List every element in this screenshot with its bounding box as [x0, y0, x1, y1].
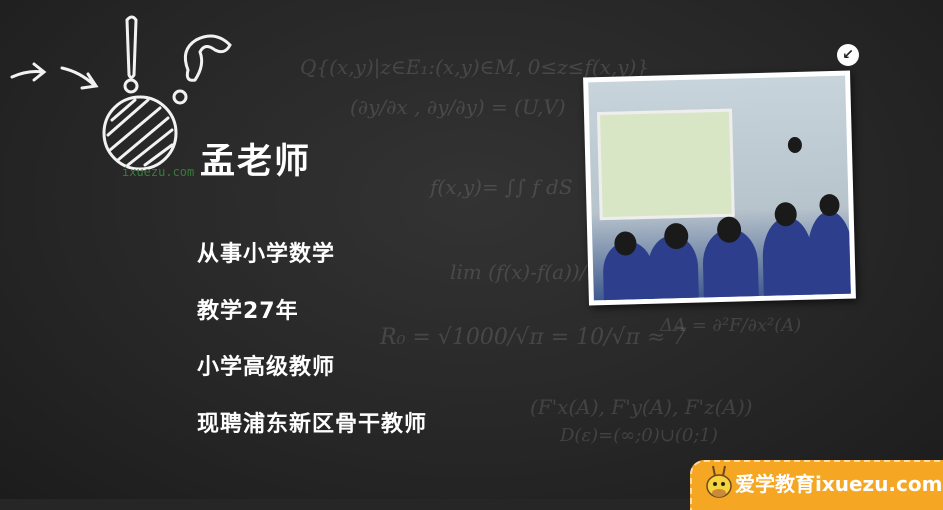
brand-badge-text: 爱学教育ixuezu.com: [735, 472, 943, 496]
classroom-photo: [583, 70, 856, 306]
bg-formula: (∂y/∂x , ∂y/∂y) = (U,V): [350, 95, 566, 119]
arrow-down-left-icon: ↙: [842, 47, 854, 63]
projector-screen: [596, 108, 735, 221]
teacher-detail: 现聘浦东新区骨干教师: [197, 412, 428, 437]
bg-formula: R₀ = √1000/√π = 10/√π ≈ 7: [380, 325, 687, 350]
bg-formula: D(ε)=(∞;0)∪(0;1): [560, 425, 718, 446]
bg-formula: ΔA = ∂²F/∂x²(A): [660, 315, 802, 336]
giraffe-mascot-icon: [706, 465, 732, 498]
teacher-detail: 教学27年: [197, 299, 299, 324]
collapse-button[interactable]: ↙: [837, 44, 859, 66]
teacher-detail: 从事小学数学: [197, 242, 336, 267]
teacher-name: 孟老师: [200, 142, 312, 182]
watermark: ixuezu.com: [122, 165, 195, 179]
bg-formula: Q{(x,y)|z∈E₁:(x,y)∈M, 0≤z≤f(x,y)}: [300, 55, 650, 79]
bg-formula: f(x,y)= ∫∫ f dS: [430, 175, 573, 199]
teacher-detail: 小学高级教师: [197, 355, 336, 380]
bg-formula: (F'x(A), F'y(A), F'z(A)): [530, 395, 753, 419]
